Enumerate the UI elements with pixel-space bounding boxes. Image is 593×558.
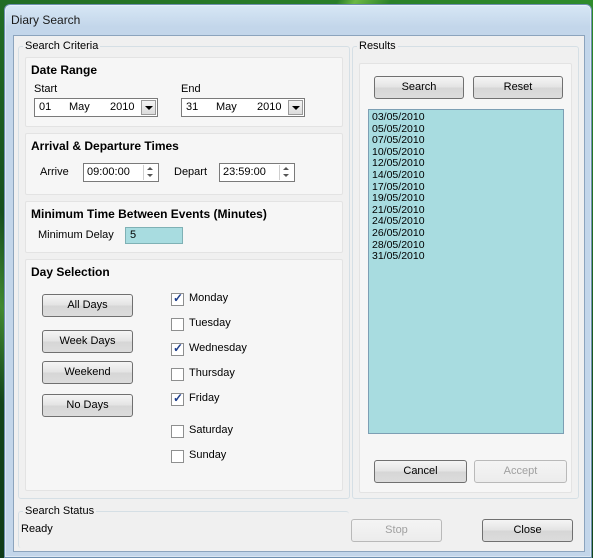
depart-label: Depart xyxy=(174,166,208,178)
search-criteria-group: Search Criteria Date Range Start End 01 … xyxy=(18,40,350,499)
checkbox-wednesday-label: Wednesday xyxy=(189,342,247,354)
times-panel: Arrival & Departure Times Arrive 09:00:0… xyxy=(25,133,343,195)
date-range-heading: Date Range xyxy=(31,63,98,77)
list-item[interactable]: 31/05/2010 xyxy=(372,251,563,263)
no-days-button[interactable]: No Days xyxy=(42,394,133,417)
min-time-panel: Minimum Time Between Events (Minutes) Mi… xyxy=(25,201,343,253)
checkbox-empty-icon[interactable] xyxy=(171,318,184,331)
arrive-label: Arrive xyxy=(40,166,69,178)
checkbox-sunday-label: Sunday xyxy=(189,449,227,461)
checkbox-tuesday-label: Tuesday xyxy=(189,317,231,329)
start-date-picker[interactable]: 01 May 2010 xyxy=(34,98,158,117)
checkbox-monday-label: Monday xyxy=(189,292,229,304)
checkbox-empty-icon[interactable] xyxy=(171,450,184,463)
end-year: 2010 xyxy=(257,101,282,113)
status-text: Ready xyxy=(21,523,53,535)
window-title: Diary Search xyxy=(11,13,81,27)
close-button[interactable]: Close xyxy=(482,519,573,542)
diary-search-window: Diary Search Search Criteria Date Range … xyxy=(4,4,592,558)
accept-button[interactable]: Accept xyxy=(474,460,567,483)
end-label: End xyxy=(181,83,201,95)
results-panel: Search Reset 03/05/2010 05/05/2010 07/05/2… xyxy=(359,63,572,493)
search-button[interactable]: Search xyxy=(374,76,464,99)
week-days-button[interactable]: Week Days xyxy=(42,330,133,353)
spin-arrows-icon[interactable] xyxy=(143,165,157,180)
depart-time-spinner[interactable]: 23:59:00 xyxy=(219,163,295,182)
end-day: 31 xyxy=(186,101,199,113)
cancel-button[interactable]: Cancel xyxy=(374,460,467,483)
stop-button[interactable]: Stop xyxy=(351,519,442,542)
window-client-area: Search Criteria Date Range Start End 01 … xyxy=(13,35,585,552)
chevron-down-icon[interactable] xyxy=(141,100,156,115)
end-month: May xyxy=(216,101,237,113)
checkbox-thursday-label: Thursday xyxy=(189,367,235,379)
start-month: May xyxy=(69,101,90,113)
start-day: 01 xyxy=(39,101,52,113)
day-selection-heading: Day Selection xyxy=(31,265,110,279)
date-range-panel: Date Range Start End 01 May 2010 31 May … xyxy=(25,57,343,127)
start-year: 2010 xyxy=(110,101,135,113)
list-item[interactable]: 14/05/2010 xyxy=(372,169,563,182)
checkbox-empty-icon[interactable] xyxy=(171,425,184,438)
results-list[interactable]: 03/05/2010 05/05/2010 07/05/2010 10/05/2010… xyxy=(368,109,564,434)
checkbox-friday-label: Friday xyxy=(189,392,220,404)
min-delay-input[interactable]: 5 xyxy=(125,227,183,244)
arrive-time-value: 09:00:00 xyxy=(87,166,130,178)
chevron-down-icon[interactable] xyxy=(288,100,303,115)
spin-arrows-icon[interactable] xyxy=(279,165,293,180)
start-label: Start xyxy=(34,83,58,95)
list-item[interactable]: 03/05/2010 xyxy=(372,111,563,124)
search-status-group: Search Status Ready xyxy=(18,505,349,548)
results-group: Results Search Reset 03/05/2010 05/05/201… xyxy=(352,40,579,499)
times-heading: Arrival & Departure Times xyxy=(31,139,179,153)
day-selection-panel: Day Selection All Days Week Days Weekend… xyxy=(25,259,343,491)
results-legend: Results xyxy=(357,40,398,52)
min-delay-label: Minimum Delay xyxy=(38,229,114,241)
weekend-button[interactable]: Weekend xyxy=(42,361,133,384)
all-days-button[interactable]: All Days xyxy=(42,294,133,317)
checkmark-icon[interactable] xyxy=(171,291,184,306)
arrive-time-spinner[interactable]: 09:00:00 xyxy=(83,163,159,182)
list-item[interactable]: 19/05/2010 xyxy=(372,193,563,205)
checkbox-empty-icon[interactable] xyxy=(171,368,184,381)
end-date-picker[interactable]: 31 May 2010 xyxy=(181,98,305,117)
min-time-heading: Minimum Time Between Events (Minutes) xyxy=(31,207,267,221)
depart-time-value: 23:59:00 xyxy=(223,166,266,178)
checkmark-icon[interactable] xyxy=(171,341,184,356)
checkmark-icon[interactable] xyxy=(171,391,184,406)
checkbox-saturday-label: Saturday xyxy=(189,424,234,436)
search-status-legend: Search Status xyxy=(23,505,97,517)
search-criteria-legend: Search Criteria xyxy=(23,40,101,52)
reset-button[interactable]: Reset xyxy=(473,76,563,99)
list-item[interactable]: 26/05/2010 xyxy=(372,227,563,240)
